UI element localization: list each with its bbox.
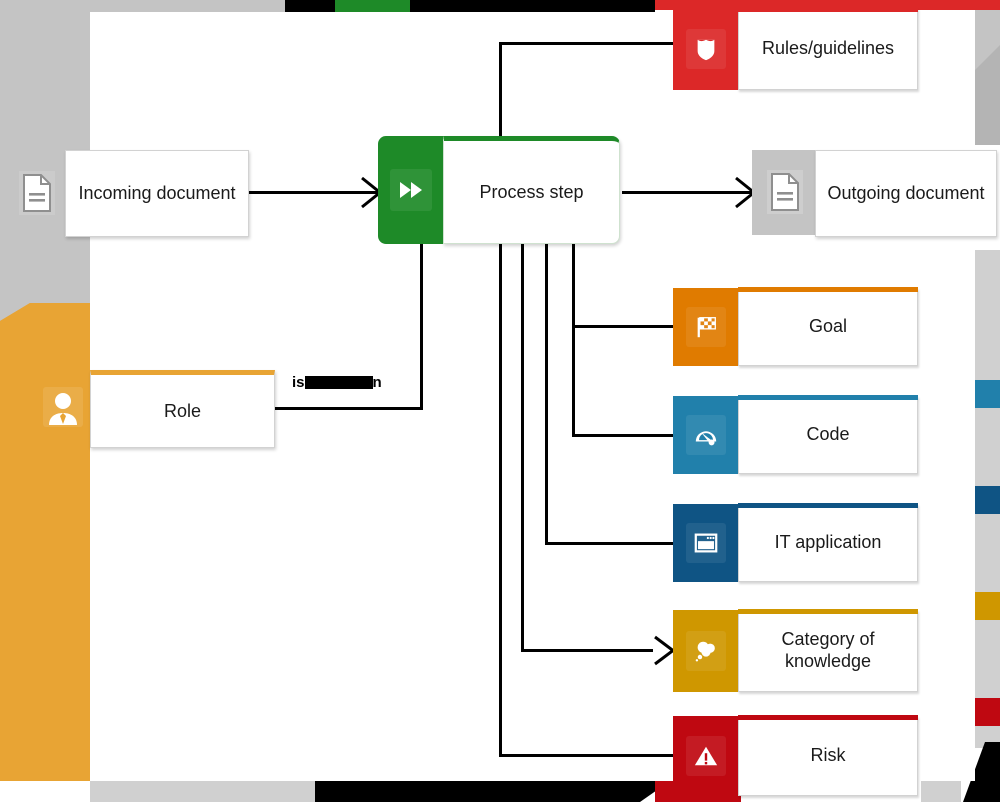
node-goal[interactable]: Goal: [673, 287, 918, 366]
plate-accent-bar: [738, 715, 918, 720]
frame-bottom-gray-2: [921, 781, 961, 802]
frame-top-green: [335, 0, 410, 12]
node-risk[interactable]: Risk: [673, 715, 918, 796]
node-code-label: Code: [806, 423, 850, 444]
gauge-icon: [685, 415, 726, 455]
edge-process-to-goal-horz: [572, 325, 673, 328]
edge-process-to-risk-horz: [499, 754, 673, 757]
plate-accent-bar: [738, 395, 918, 400]
edge-process-to-rules-vert: [499, 42, 502, 136]
edge-role-to-process-horz: [275, 407, 423, 410]
node-rules-label: Rules/guidelines: [761, 37, 895, 58]
edge-process-to-knowledge-horz: [521, 649, 653, 652]
node-outgoing-document-label: Outgoing document: [827, 183, 985, 204]
risk-icon-tile: [673, 716, 738, 796]
node-role-label: Role: [163, 400, 202, 421]
edge-process-to-code-vert: [572, 325, 575, 437]
knowledge-plate: Category of knowledge: [738, 609, 918, 692]
edge-process-to-risk-vert: [499, 243, 502, 756]
risk-plate: Risk: [738, 715, 918, 796]
process-step-icon-tile: [378, 136, 443, 244]
node-role[interactable]: Role: [90, 370, 275, 448]
frame-top-black-right: [410, 0, 655, 12]
node-category-of-knowledge[interactable]: Category of knowledge: [673, 609, 918, 692]
document-icon: [19, 171, 55, 215]
rules-icon-tile: [673, 8, 738, 90]
knowledge-icon-tile: [673, 610, 738, 692]
plate-accent-bar: [738, 609, 918, 614]
node-risk-label: Risk: [810, 744, 846, 765]
node-code[interactable]: Code: [673, 395, 918, 474]
edge-process-to-knowledge-vert: [521, 243, 524, 652]
frame-right-darkblue: [975, 486, 1000, 514]
edge-process-to-rules-horz: [499, 42, 673, 45]
plate-accent-bar: [738, 287, 918, 292]
node-process-step-label: Process step: [479, 181, 584, 202]
node-it-application-label: IT application: [774, 531, 882, 552]
person-icon: [43, 387, 83, 427]
code-icon-tile: [673, 396, 738, 474]
frame-right-gray-3: [975, 514, 1000, 592]
node-it-application[interactable]: IT application: [673, 503, 918, 582]
node-knowledge-label-line1: Category of: [781, 628, 875, 649]
node-incoming-document[interactable]: Incoming document: [65, 150, 249, 237]
role-lane: [0, 303, 90, 781]
edge-process-to-code-horz: [572, 434, 673, 437]
relation-label-suffix: n: [372, 374, 382, 391]
double-chevron-right-icon: [389, 169, 432, 211]
node-process-step[interactable]: Process step: [378, 136, 620, 244]
edge-process-to-outgoing: [622, 191, 752, 194]
frame-bottom-black: [315, 781, 640, 802]
warning-triangle-icon: [685, 736, 726, 776]
shield-icon: [685, 29, 726, 69]
edge-role-relation-label: is n: [292, 374, 382, 391]
diagram-canvas: Incoming document Process step Outgoing …: [0, 0, 1000, 802]
goal-icon-tile: [673, 288, 738, 366]
frame-top-black-left: [285, 0, 335, 12]
goal-plate: Goal: [738, 287, 918, 366]
frame-right-blue: [975, 380, 1000, 408]
node-goal-label: Goal: [808, 315, 848, 336]
it-application-plate: IT application: [738, 503, 918, 582]
code-plate: Code: [738, 395, 918, 474]
frame-bottom-gray: [90, 781, 315, 802]
application-window-icon: [685, 523, 726, 563]
edge-incoming-to-process: [248, 191, 378, 194]
relation-label-prefix: is: [292, 374, 305, 391]
rules-plate: Rules/guidelines: [738, 7, 918, 90]
thought-cloud-icon: [685, 631, 726, 671]
checkered-flag-icon: [685, 307, 726, 347]
frame-right-gray-mid: [975, 250, 1000, 380]
it-application-icon-tile: [673, 504, 738, 582]
plate-accent-bar: [738, 503, 918, 508]
node-incoming-document-label: Incoming document: [78, 183, 236, 204]
frame-right-gray-4: [975, 620, 1000, 698]
plate-accent-bar: [738, 7, 918, 12]
process-step-plate: Process step: [443, 136, 620, 244]
frame-right-gold: [975, 592, 1000, 620]
node-rules-guidelines[interactable]: Rules/guidelines: [673, 7, 918, 90]
frame-right-gray-2: [975, 408, 1000, 486]
edge-process-to-it-horz: [545, 542, 673, 545]
document-icon: [767, 170, 803, 214]
node-outgoing-document[interactable]: Outgoing document: [815, 150, 997, 237]
edge-process-to-goal-vert: [572, 243, 575, 327]
node-knowledge-label-line2: knowledge: [784, 650, 872, 671]
edge-role-to-process-vert: [420, 243, 423, 410]
edge-process-to-it-vert: [545, 243, 548, 545]
relation-label-redacted-bar: [304, 376, 373, 390]
frame-right-red: [975, 698, 1000, 726]
